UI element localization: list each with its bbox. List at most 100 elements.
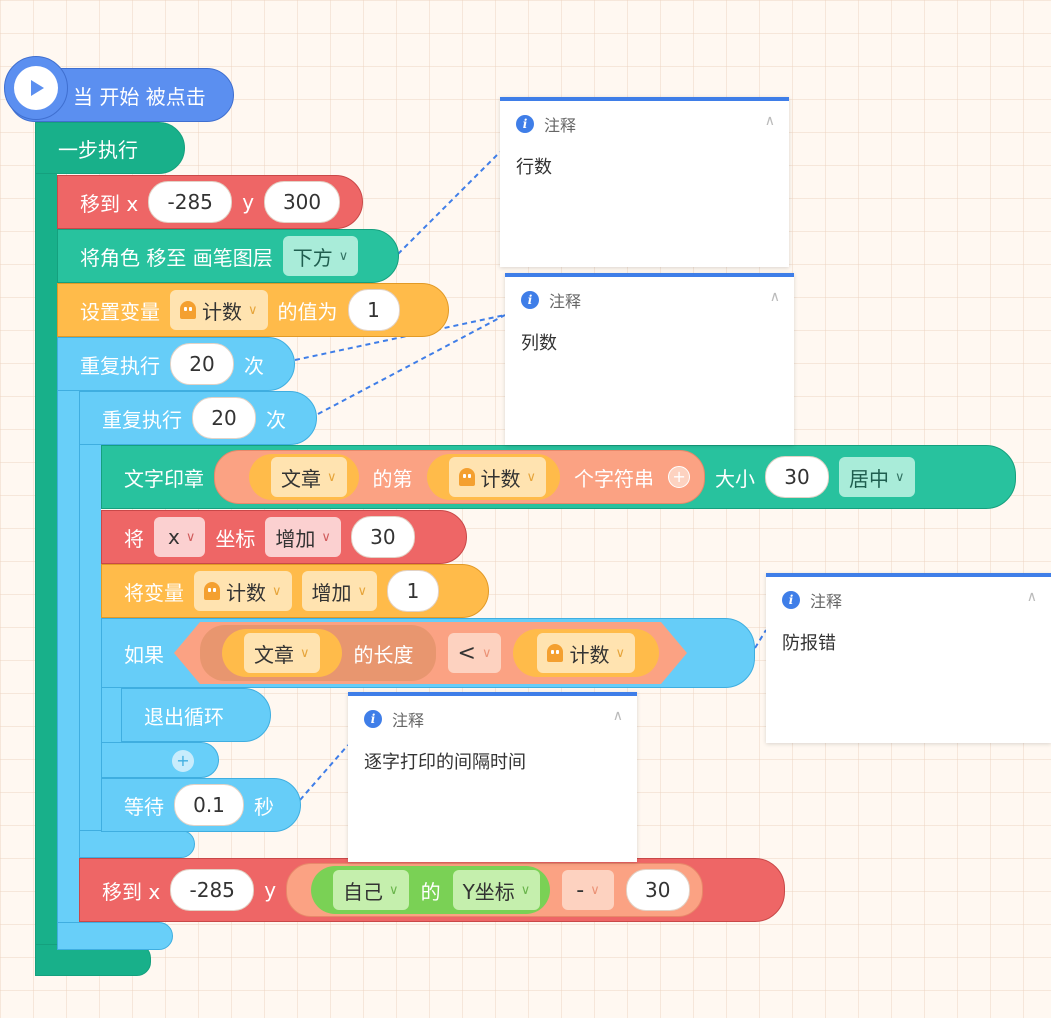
move-to-pen-layer-block[interactable]: 将角色 移至 画笔图层 下方 ∨ [57, 229, 399, 283]
chevron-down-icon: ∨ [590, 882, 600, 898]
layer-dropdown[interactable]: 下方 ∨ [282, 236, 359, 276]
y-label: y [242, 190, 255, 214]
change-variable-block[interactable]: 将变量 计数 ∨ 增加 ∨ 1 [101, 564, 489, 618]
comment-note-cols[interactable]: i 注释 ∧ 列数 [505, 273, 794, 445]
axis-option: x [168, 525, 180, 549]
property-reporter[interactable]: 自己 ∨ 的 Y坐标 ∨ [311, 866, 551, 914]
size-input[interactable]: 30 [765, 456, 830, 498]
comment-title: 注释 [544, 116, 577, 135]
variable-ghost-icon [547, 644, 563, 662]
repeat2-label: 重复执行 [102, 407, 182, 432]
comment-title: 注释 [810, 592, 843, 611]
comment-text[interactable]: 列数 [505, 323, 794, 361]
chevron-down-icon: ∨ [615, 645, 625, 661]
article-name: 文章 [281, 466, 321, 491]
repeat1-suffix: 次 [244, 353, 264, 378]
collapse-icon[interactable]: ∧ [613, 708, 623, 724]
repeat2-count-input[interactable]: 20 [192, 397, 256, 439]
axis-dropdown[interactable]: x ∨ [154, 517, 206, 557]
if-article-reporter[interactable]: 文章 ∨ [222, 629, 342, 677]
chevron-down-icon: ∨ [300, 645, 310, 661]
changevar-dropdown[interactable]: 计数 ∨ [194, 571, 292, 611]
repeat-block-outer[interactable]: 重复执行 20 次 [57, 337, 295, 391]
comment-text[interactable]: 逐字打印的间隔时间 [348, 742, 637, 780]
compare-op-dropdown[interactable]: < ∨ [448, 633, 502, 673]
comment-note-interval[interactable]: i 注释 ∧ 逐字打印的间隔时间 [348, 692, 637, 862]
chevron-down-icon: ∨ [185, 529, 196, 545]
if-block[interactable]: 如果 文章 ∨ 的长度 < ∨ 计数 ∨ [101, 618, 755, 688]
wait-value-input[interactable]: 0.1 [174, 784, 244, 826]
y-input[interactable]: 300 [264, 181, 341, 223]
stamp-mid: 的第 [372, 466, 413, 491]
prop-dropdown[interactable]: Y坐标 ∨ [452, 870, 541, 910]
align-dropdown[interactable]: 居中 ∨ [839, 457, 915, 497]
repeat-block-inner[interactable]: 重复执行 20 次 [79, 391, 317, 445]
repeat1-label: 重复执行 [80, 353, 160, 378]
changevar-value-input[interactable]: 1 [387, 570, 440, 612]
if-foot: + [101, 742, 219, 778]
compare-reporter[interactable]: 文章 ∨ 的长度 < ∨ 计数 ∨ [174, 622, 687, 684]
info-icon: i [521, 291, 539, 309]
repeat1-foot [57, 922, 173, 950]
chevron-down-icon: ∨ [389, 882, 399, 898]
if-count-dropdown[interactable]: 计数 ∨ [537, 633, 635, 673]
layer-option: 下方 [292, 245, 333, 270]
changex-mid: 坐标 [215, 526, 256, 551]
wait-block[interactable]: 等待 0.1 秒 [101, 778, 301, 832]
add-param-button[interactable]: + [668, 466, 691, 488]
size-label: 大小 [715, 466, 756, 491]
setvar-value-input[interactable]: 1 [347, 289, 400, 331]
text-stamp-block[interactable]: 文字印章 文章 ∨ 的第 计数 ∨ 个字符串 + 大小 30 居中 ∨ [101, 445, 1016, 509]
move2-y-label: y [264, 878, 277, 902]
comment-note-rows[interactable]: i 注释 ∧ 行数 [500, 97, 789, 267]
comment-text[interactable]: 防报错 [766, 623, 1051, 661]
prop-name: Y坐标 [462, 879, 515, 904]
comment-text[interactable]: 行数 [500, 147, 789, 185]
break-loop-block[interactable]: 退出循环 [121, 688, 271, 742]
length-reporter[interactable]: 文章 ∨ 的长度 [200, 625, 436, 681]
if-count-reporter[interactable]: 计数 ∨ [513, 629, 659, 677]
move2-x-input[interactable]: -285 [170, 869, 255, 911]
collapse-icon[interactable]: ∧ [1027, 589, 1037, 605]
play-icon[interactable] [4, 56, 68, 120]
wait-label: 等待 [124, 794, 164, 819]
subtract-reporter[interactable]: 自己 ∨ 的 Y坐标 ∨ - ∨ 30 [286, 863, 703, 917]
set-variable-block[interactable]: 设置变量 计数 ∨ 的值为 1 [57, 283, 449, 337]
comment-note-guard[interactable]: i 注释 ∧ 防报错 [766, 573, 1051, 743]
setvar-mid: 的值为 [277, 299, 338, 324]
move-to-block[interactable]: 移到 x -285 y 300 [57, 175, 363, 229]
change-op-dropdown[interactable]: 增加 ∨ [265, 517, 341, 557]
char-of-string-reporter[interactable]: 文章 ∨ 的第 计数 ∨ 个字符串 + [214, 450, 706, 504]
comment-title: 注释 [392, 711, 425, 730]
x-input[interactable]: -285 [148, 181, 233, 223]
variable-ghost-icon [204, 582, 220, 600]
changevar-op-dropdown[interactable]: 增加 ∨ [301, 571, 378, 611]
variable-ghost-icon [458, 468, 475, 486]
comment-title: 注释 [549, 292, 582, 311]
collapse-icon[interactable]: ∧ [770, 289, 780, 305]
changex-value-input[interactable]: 30 [350, 516, 415, 558]
index-variable-reporter[interactable]: 计数 ∨ [426, 454, 561, 500]
length-label: 的长度 [353, 642, 414, 667]
add-else-button[interactable]: + [172, 750, 194, 772]
article-variable-reporter[interactable]: 文章 ∨ [249, 454, 359, 500]
chevron-down-icon: ∨ [248, 302, 258, 318]
repeat1-count-input[interactable]: 20 [170, 343, 234, 385]
subtract-op-dropdown[interactable]: - ∨ [562, 870, 614, 910]
index-dropdown[interactable]: 计数 ∨ [448, 457, 547, 497]
chevron-down-icon: ∨ [357, 583, 368, 599]
layer-label: 将角色 移至 画笔图层 [80, 245, 273, 270]
repeat2-arm [79, 390, 101, 856]
change-x-block[interactable]: 将 x ∨ 坐标 增加 ∨ 30 [101, 510, 467, 564]
index-name: 计数 [480, 466, 521, 491]
if-article-dropdown[interactable]: 文章 ∨ [244, 633, 320, 673]
self-dropdown[interactable]: 自己 ∨ [333, 870, 409, 910]
step-run-block[interactable]: 一步执行 [35, 122, 185, 174]
variable-dropdown[interactable]: 计数 ∨ [170, 290, 268, 330]
chevron-down-icon: ∨ [321, 529, 331, 545]
move-to-expr-block[interactable]: 移到 x -285 y 自己 ∨ 的 Y坐标 ∨ - ∨ 30 [79, 858, 785, 922]
collapse-icon[interactable]: ∧ [765, 113, 775, 129]
article-dropdown[interactable]: 文章 ∨ [271, 457, 347, 497]
subtract-value-input[interactable]: 30 [625, 869, 690, 911]
compare-op: < [457, 640, 476, 666]
